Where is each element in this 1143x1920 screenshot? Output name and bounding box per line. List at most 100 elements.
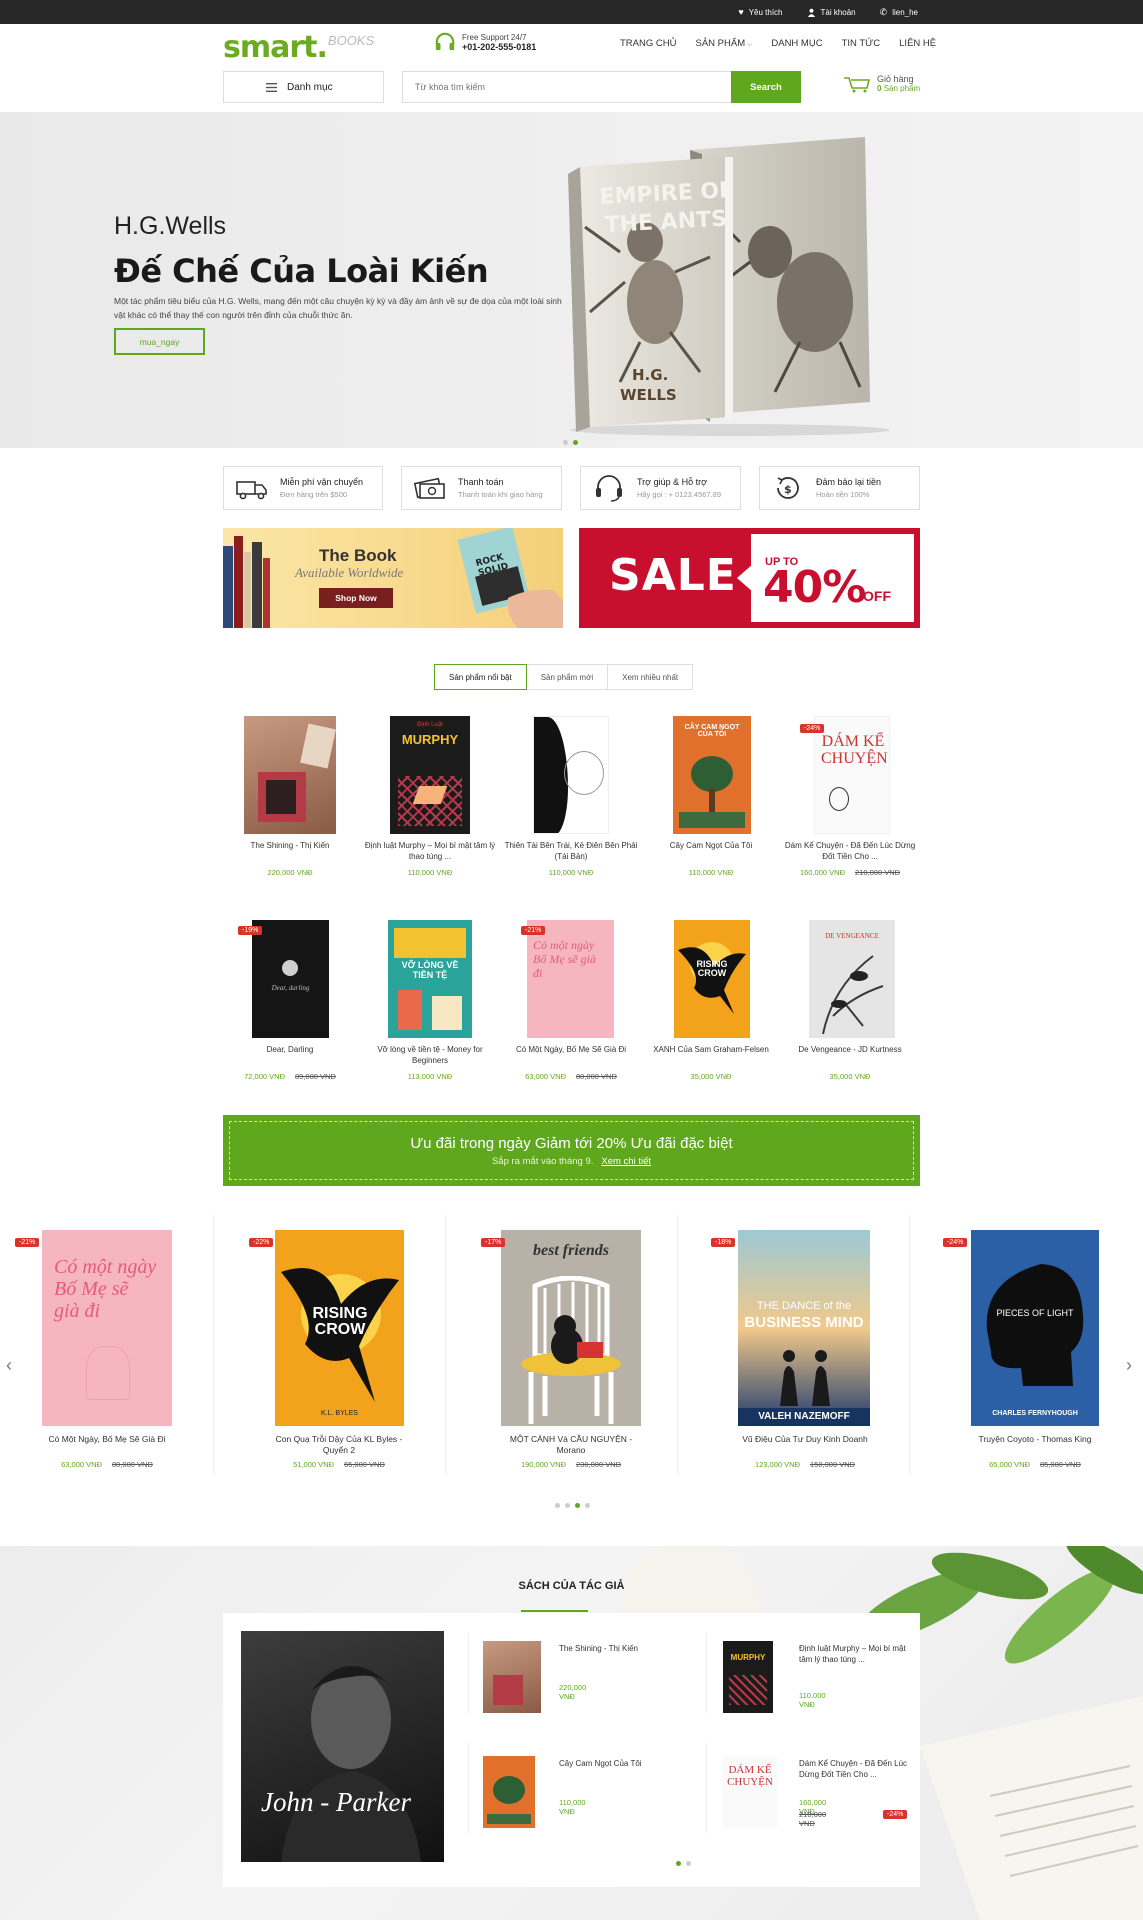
- carousel-dot-active[interactable]: [575, 1503, 580, 1508]
- nav-categories[interactable]: DANH MỤC: [771, 38, 822, 49]
- menu-icon: [266, 82, 277, 92]
- price-current: 65,000 VNĐ: [989, 1460, 1030, 1469]
- price-current: 63,000 VNĐ: [525, 1072, 566, 1081]
- slider-dot-active[interactable]: [676, 1861, 681, 1866]
- product-cover[interactable]: RISING CROW K.L. BYLES: [275, 1230, 404, 1426]
- product-cover[interactable]: THE DANCE of the BUSINESS MIND VALEH NAZ…: [738, 1230, 870, 1426]
- top-bar: ♥ Yêu thích Tài khoản ✆ lien_he: [0, 0, 1143, 24]
- product-cover[interactable]: Có một ngày Bố Mẹ sẽ già đi: [527, 920, 614, 1038]
- product-cover[interactable]: VỠ LÒNG VỀ TIỀN TỆ: [388, 920, 472, 1038]
- hero-author: H.G.Wells: [114, 212, 227, 240]
- price-value: 110,000: [407, 868, 435, 877]
- carousel-prev-arrow[interactable]: ‹: [6, 1355, 12, 1376]
- search-input[interactable]: [402, 71, 732, 103]
- product-name[interactable]: De Vengeance - JD Kurtness: [780, 1044, 920, 1055]
- product-tabs: Sản phẩm nổi bật Sản phẩm mới Xem nhiều …: [434, 664, 694, 690]
- account-link[interactable]: Tài khoản: [807, 8, 856, 17]
- product-cover[interactable]: DE VENGEANCE: [809, 920, 895, 1038]
- tab-featured[interactable]: Sản phẩm nổi bật: [434, 664, 527, 690]
- product-name[interactable]: MỘT CÁNH Và CẦU NGUYỆN - Morano: [501, 1434, 641, 1456]
- nav-home[interactable]: TRANG CHỦ: [620, 38, 676, 49]
- product-name[interactable]: Vỡ lòng về tiền tệ - Money for Beginners: [360, 1044, 500, 1066]
- cover-text: RISING CROW: [696, 959, 728, 978]
- product-cover[interactable]: Có một ngày Bố Mẹ sẽ già đi: [42, 1230, 172, 1426]
- product-cover[interactable]: Định Luật MURPHY: [390, 716, 470, 834]
- price-value: 110,000: [799, 1691, 826, 1700]
- category-menu-button[interactable]: Danh mục: [223, 71, 384, 103]
- product-cover[interactable]: RISING CROW: [674, 920, 750, 1038]
- product-name[interactable]: The Shining - Thị Kiến: [559, 1643, 669, 1654]
- product-cover[interactable]: [483, 1756, 535, 1828]
- nav-contact[interactable]: LIÊN HỆ: [899, 38, 936, 49]
- product-cover[interactable]: DÁM KỂ CHUYỆN: [723, 1756, 777, 1828]
- carousel-dot[interactable]: [565, 1503, 570, 1508]
- product-name[interactable]: Dám Kể Chuyện - Đã Đến Lúc Dừng Đốt Tiền…: [780, 840, 920, 862]
- carousel-dot[interactable]: [555, 1503, 560, 1508]
- product-name[interactable]: Có Một Ngày, Bố Mẹ Sẽ Già Đi: [501, 1044, 641, 1055]
- promo-banner[interactable]: Ưu đãi trong ngày Giảm tới 20% Ưu đãi đặ…: [223, 1115, 920, 1186]
- price-current: 110,000 VNĐ: [689, 868, 734, 877]
- product-name[interactable]: Truyện Coyoto - Thomas King: [965, 1434, 1105, 1445]
- currency-unit: VNĐ: [86, 1460, 102, 1469]
- product-name[interactable]: Dám Kể Chuyện - Đã Đến Lúc Dừng Đốt Tiền…: [799, 1758, 909, 1780]
- product-name[interactable]: Định luật Murphy – Mọi bí mật tâm lý tha…: [360, 840, 500, 862]
- price-old: 89,000 VNĐ: [295, 1072, 336, 1081]
- price-value: 190,000: [520, 1460, 549, 1469]
- discount-badge: -19%: [238, 926, 263, 935]
- slider-dot[interactable]: [563, 440, 568, 445]
- product-cover[interactable]: [244, 716, 336, 834]
- product-cover[interactable]: PIECES OF LIGHT CHARLES FERNYHOUGH: [971, 1230, 1099, 1426]
- carousel-dot[interactable]: [585, 1503, 590, 1508]
- product-name[interactable]: Có Một Ngày, Bố Mẹ Sẽ Già Đi: [37, 1434, 177, 1445]
- product-cover[interactable]: MURPHY: [723, 1641, 773, 1713]
- price-old: 230,000 VNĐ: [576, 1460, 621, 1469]
- shop-now-button[interactable]: Shop Now: [319, 588, 393, 608]
- product-name[interactable]: XANH Của Sam Graham-Felsen: [641, 1044, 781, 1055]
- site-logo[interactable]: smart.BOOKS: [223, 30, 374, 65]
- carousel-next-arrow[interactable]: ›: [1126, 1355, 1132, 1376]
- product-name[interactable]: Thiên Tài Bên Trái, Kẻ Điên Bên Phải (Tá…: [501, 840, 641, 862]
- hero-book-author: WELLS: [620, 386, 677, 404]
- product-name[interactable]: Cây Cam Ngọt Của Tôi: [641, 840, 781, 851]
- hero-title: Đế Chế Của Loài Kiến: [114, 252, 489, 290]
- author-photo[interactable]: John - Parker: [241, 1631, 444, 1862]
- product-cover[interactable]: Dear, darling: [252, 920, 329, 1038]
- product-cover[interactable]: CÂY CAM NGỌT CỦA TÔI: [673, 716, 751, 834]
- slider-dot-active[interactable]: [573, 440, 578, 445]
- cover-text: Dear, darling: [271, 984, 310, 992]
- feature-refund: $ Đảm bảo lại tiền Hoàn tiền 100%: [759, 466, 920, 510]
- price-current: 110,000 VNĐ: [799, 1691, 826, 1709]
- contact-link[interactable]: ✆ lien_he: [880, 7, 918, 18]
- price-current: 220,000 VNĐ: [267, 868, 312, 877]
- wishlist-link[interactable]: ♥ Yêu thích: [738, 7, 782, 17]
- currency-unit: VNĐ: [1065, 1460, 1081, 1469]
- tab-most-viewed[interactable]: Xem nhiều nhất: [607, 664, 694, 690]
- banner-sale[interactable]: SALE UP TO 40% OFF: [579, 528, 920, 628]
- promo-link[interactable]: Xem chi tiết: [601, 1156, 651, 1167]
- price-value: 110,000: [559, 1798, 586, 1807]
- product-cover[interactable]: best friends: [501, 1230, 641, 1426]
- product-name[interactable]: Định luật Murphy – Mọi bí mật tâm lý tha…: [799, 1643, 909, 1665]
- product-cover[interactable]: [533, 716, 609, 834]
- product-name[interactable]: Con Quạ Trỗi Dậy Của KL Byles - Quyển 2: [269, 1434, 409, 1456]
- nav-news[interactable]: TIN TỨC: [842, 38, 881, 49]
- cart-button[interactable]: Giỏ hàng 0 Sản phẩm: [843, 74, 920, 93]
- feature-title: Thanh toán: [458, 477, 504, 487]
- product-cover[interactable]: [483, 1641, 541, 1713]
- truck-icon: [236, 481, 267, 500]
- hero-buy-button[interactable]: mua_ngay: [114, 328, 205, 355]
- currency-unit: VNĐ: [436, 1072, 453, 1081]
- tab-new[interactable]: Sản phẩm mới: [525, 664, 609, 690]
- slider-dot[interactable]: [686, 1861, 691, 1866]
- product-cover[interactable]: DÁM KỂ CHUYỆN: [814, 716, 890, 834]
- nav-products[interactable]: SẢN PHẨM ⌵: [695, 38, 752, 49]
- product-name[interactable]: Dear, Darling: [220, 1044, 360, 1055]
- price-value: 35,000: [690, 1072, 714, 1081]
- product-price: 51,000 VNĐ 65,000 VNĐ: [269, 1460, 409, 1469]
- product-name[interactable]: Vũ Điệu Của Tư Duy Kinh Doanh: [735, 1434, 875, 1445]
- product-name[interactable]: Cây Cam Ngọt Của Tôi: [559, 1758, 669, 1769]
- price-value: 220,000: [559, 1683, 587, 1692]
- product-name[interactable]: The Shining - Thị Kiến: [220, 840, 360, 851]
- banner-worldwide[interactable]: The Book Available Worldwide Shop Now RO…: [223, 528, 563, 628]
- search-button[interactable]: Search: [731, 71, 801, 103]
